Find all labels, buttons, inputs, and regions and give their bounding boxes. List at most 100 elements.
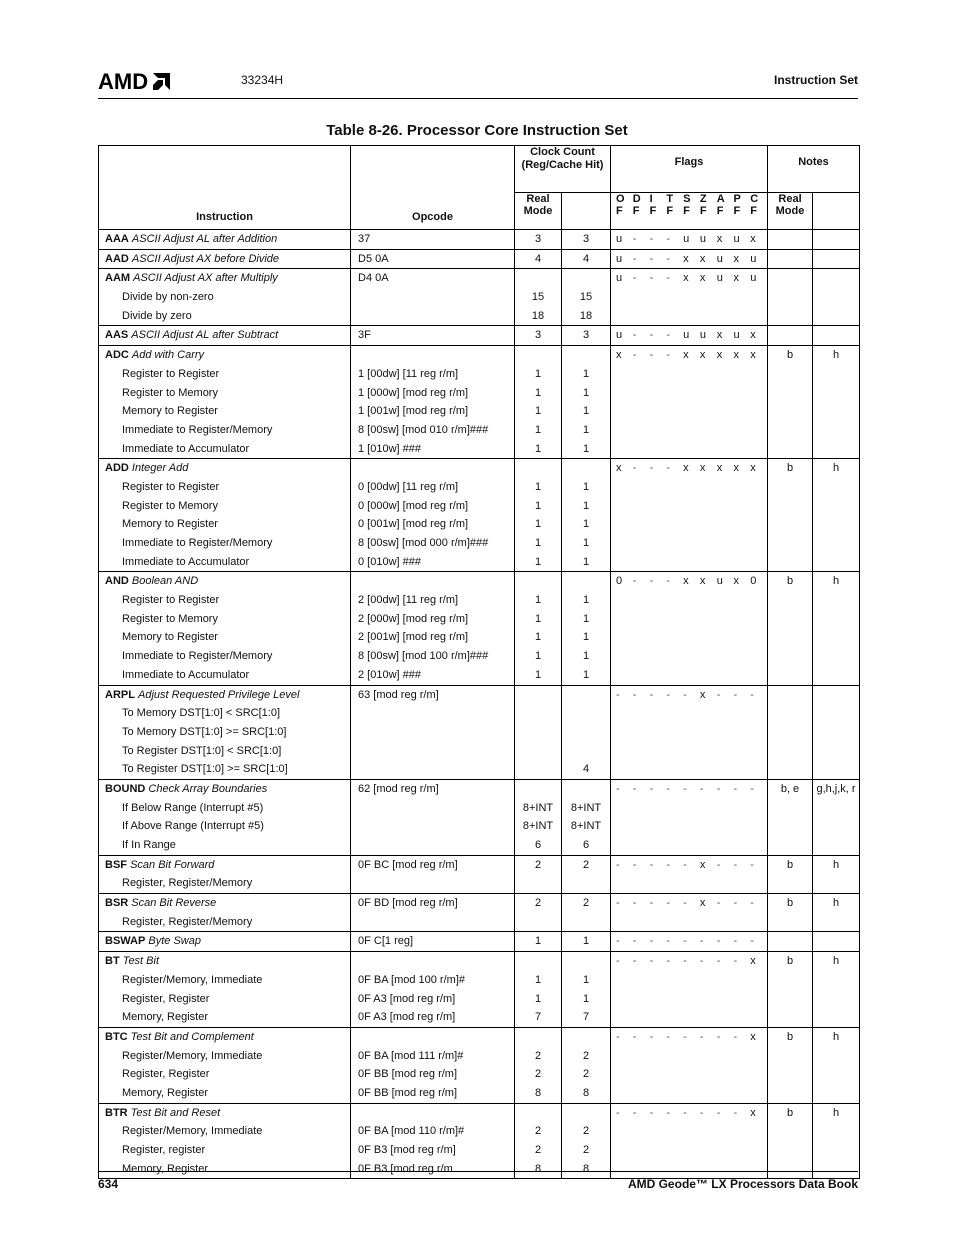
instruction-cell: BTC Test Bit and Complement Register/Memo… <box>98 1027 351 1104</box>
flags-row: x---xxxxx <box>611 346 767 365</box>
variant-opcode: 0F B3 [mod reg r/m] <box>358 1144 456 1156</box>
flag-value: - <box>649 1106 654 1119</box>
flag-value: - <box>632 462 637 475</box>
mnemonic: AAS <box>105 329 129 342</box>
clock-real-mode-cell <box>514 685 562 780</box>
variant-label: Register to Memory <box>122 499 218 512</box>
clock-2-cell: 1 1 1 1 1 <box>560 458 612 573</box>
clock-real-mode <box>515 952 561 971</box>
clock-real-mode-cell: 15 18 <box>514 268 562 327</box>
flag-value: - <box>632 935 637 948</box>
opcode: 63 [mod reg r/m] <box>358 688 439 701</box>
variant-clock-real-mode: 1 <box>534 518 542 531</box>
flag-value: - <box>649 349 654 362</box>
column-header-flags: Flags <box>610 145 769 193</box>
flag-value: - <box>616 688 620 701</box>
flags-row: --------- <box>611 780 767 799</box>
note-real-mode: b <box>786 955 794 968</box>
flag-value: - <box>716 955 721 968</box>
instruction-heading: ARPL Adjust Requested Privilege Level <box>99 686 350 705</box>
variant-clock-2: 4 <box>582 763 590 776</box>
notes-real-mode-cell <box>767 325 814 347</box>
clock-2-cell: 3 <box>560 325 612 347</box>
variant-clock-2 <box>562 704 610 723</box>
instruction-cell: BOUND Check Array Boundaries If Below Ran… <box>98 779 351 856</box>
variant-label: Register to Register <box>122 367 220 380</box>
variant-opcode <box>351 704 514 723</box>
flag-value: u <box>683 329 690 342</box>
variant-clock-2: 8 <box>582 1086 590 1099</box>
flag-value: - <box>632 329 637 342</box>
flags-cell: --------x <box>610 951 769 1028</box>
clock-real-mode: 4 <box>534 252 542 265</box>
variant-clock-real-mode: 1 <box>534 537 542 549</box>
flag-value: - <box>683 1106 687 1119</box>
opcode-cell: D5 0A <box>350 249 515 270</box>
variant-label: Memory, Register <box>122 1162 208 1175</box>
flag-value: - <box>649 575 654 588</box>
variant-opcode: 0F B3 [mod reg r/m <box>358 1162 453 1175</box>
flag-value: x <box>683 252 689 265</box>
flags-cell: --------x <box>610 1027 769 1104</box>
clock-real-mode-cell: 2 2 8 <box>514 1103 562 1180</box>
note-2 <box>813 932 859 951</box>
variant-clock-2: 1 <box>582 992 590 1005</box>
variant-clock-real-mode: 1 <box>534 631 542 644</box>
flag-value: - <box>666 688 671 701</box>
variant-clock-real-mode: 6 <box>534 839 542 851</box>
notes-real-mode-cell: b <box>767 345 814 460</box>
flag-value: - <box>649 233 654 245</box>
flag-value: x <box>716 462 723 475</box>
instruction-description: Add with Carry <box>131 349 205 362</box>
variant-opcode: 0 [001w] [mod reg r/m] <box>358 518 469 531</box>
flag-value: x <box>699 272 706 285</box>
variant-clock-2 <box>562 874 610 893</box>
flag-value: - <box>683 955 687 968</box>
mnemonic: AAM <box>105 272 131 285</box>
flag-value: - <box>750 782 754 795</box>
instruction-cell: AAM ASCII Adjust AX after Multiply Divide… <box>98 268 351 327</box>
flag-value: u <box>616 272 623 285</box>
variant-clock-real-mode: 1 <box>534 650 542 663</box>
flag-value: x <box>733 272 739 285</box>
mnemonic: BSWAP <box>105 935 146 948</box>
flags-cell: u---uuxux <box>610 229 769 250</box>
clock-real-mode-cell: 1 <box>514 931 562 953</box>
clock-real-mode-cell: 1 1 1 1 1 <box>514 458 562 573</box>
note-real-mode: b <box>786 1030 794 1043</box>
column-header-clock-2 <box>560 192 612 230</box>
flag-name-suffix: F <box>699 205 707 217</box>
flags-row: -----x--- <box>611 894 767 913</box>
mnemonic: ARPL <box>105 688 135 701</box>
flags-cell: u---uuxux <box>610 325 769 347</box>
flags-cell: 0---xxux0 <box>610 571 769 686</box>
variant-clock-real-mode: 8 <box>534 1162 542 1175</box>
flag-name-letter: S <box>683 193 691 205</box>
variant-clock-2: 1 <box>582 423 590 436</box>
clock-2 <box>562 459 610 478</box>
column-header-notes-2 <box>812 192 861 230</box>
variant-label: Register, Register/Memory <box>122 877 253 890</box>
variant-opcode <box>351 817 514 836</box>
variant-label: Immediate to Register/Memory <box>122 650 273 663</box>
flag-value: - <box>649 955 654 968</box>
instruction-heading: ADD Integer Add <box>99 459 350 478</box>
flag-value: - <box>666 935 671 948</box>
note-2: h <box>832 1030 840 1043</box>
variant-label: Register to Register <box>122 594 220 607</box>
flag-value: - <box>683 1030 687 1043</box>
flag-value: - <box>699 1030 704 1043</box>
note-2 <box>813 686 859 705</box>
flag-value: x <box>616 349 622 362</box>
variant-clock-real-mode: 8+INT <box>522 801 554 814</box>
variant-clock-real-mode: 2 <box>534 1125 542 1138</box>
clock-2-cell: 8+INT 8+INT 6 <box>560 779 612 856</box>
variant-clock-real-mode: 8 <box>534 1086 542 1099</box>
notes-2-cell <box>812 268 861 327</box>
clock-real-mode <box>515 269 561 288</box>
opcode-cell: 63 [mod reg r/m] <box>350 685 515 780</box>
note-2: h <box>832 1106 840 1119</box>
variant-clock-2: 1 <box>582 499 590 512</box>
mnemonic: BT <box>105 955 120 968</box>
mnemonic: AAD <box>105 252 129 265</box>
